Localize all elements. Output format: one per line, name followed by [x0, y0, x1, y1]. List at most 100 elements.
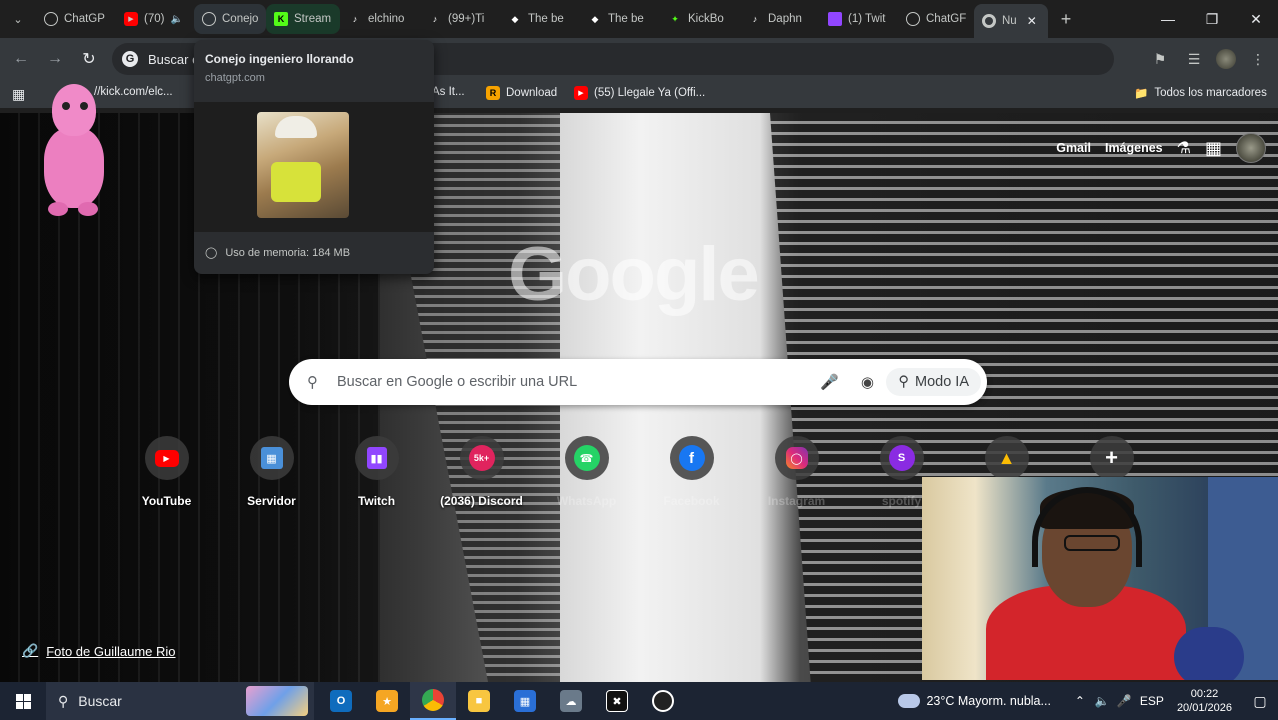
s-icon: S — [888, 445, 915, 471]
window-controls: — ❐ ✕ — [1146, 0, 1278, 38]
chevron-down-icon: ⌄ — [13, 13, 23, 26]
outlook-icon: O — [330, 690, 352, 712]
shortcut-youtube[interactable]: ▶ YouTube — [114, 436, 219, 508]
all-bookmarks[interactable]: 📁 Todos los marcadores — [1126, 86, 1275, 100]
youtube-icon: ▶ — [124, 12, 138, 26]
search-placeholder: Buscar en Google o escribir una URL — [337, 374, 578, 390]
menu-dots-icon[interactable]: ⋮ — [1246, 47, 1270, 71]
hardhat-shape — [275, 116, 317, 138]
tab-the-best-1[interactable]: ◆ The be — [500, 4, 580, 34]
start-button[interactable] — [0, 682, 46, 720]
ai-mode-button[interactable]: ⚲ Modo IA — [886, 368, 981, 396]
shortcut-facebook[interactable]: f Facebook — [639, 436, 744, 508]
weather-widget[interactable]: 23°C Mayorm. nubla... — [898, 694, 1051, 708]
images-link[interactable]: Imágenes — [1105, 141, 1163, 155]
tiktok-icon: ♪ — [752, 14, 758, 24]
plus-icon: + — [1060, 8, 1072, 29]
extensions-icon[interactable]: ⚑ — [1148, 47, 1172, 71]
twitch-icon: ▮▮ — [366, 447, 387, 469]
tab-chatgpt-2[interactable]: ChatGF — [898, 4, 974, 34]
folder-icon: ■ — [468, 690, 490, 712]
openai-icon — [44, 12, 58, 26]
chrome-icon — [982, 14, 996, 28]
microphone-icon[interactable]: 🎤 — [1113, 694, 1135, 708]
windows-taskbar: ⚲ Buscar O ★ ■ ▦ ☁ ✖ 23°C Mayorm. nubla.… — [0, 682, 1278, 720]
profile-avatar[interactable] — [1216, 49, 1236, 69]
reload-button[interactable]: ↻ — [72, 42, 106, 76]
tab-tiktok-daphne[interactable]: ♪ Daphn — [740, 4, 820, 34]
discord-icon: 5k+ — [468, 445, 495, 471]
shortcut-twitch[interactable]: ▮▮ Twitch — [324, 436, 429, 508]
store-icon: ▦ — [514, 690, 536, 712]
windows-logo-icon — [15, 693, 31, 709]
search-icon: ⚲ — [58, 692, 69, 709]
language-indicator[interactable]: ESP — [1135, 694, 1169, 708]
webcam-overlay — [922, 477, 1278, 680]
tab-chatgpt-1[interactable]: ChatGP — [36, 4, 116, 34]
speaker-icon[interactable]: 🔈 — [170, 14, 182, 25]
clock[interactable]: 00:22 20/01/2026 — [1177, 687, 1232, 715]
microphone-icon[interactable]: 🎤 — [810, 373, 848, 391]
close-tab-icon[interactable]: ✕ — [1027, 14, 1037, 28]
openai-icon — [906, 12, 920, 26]
google-apps-icon[interactable]: ▦ — [1205, 138, 1222, 159]
bookmark-download[interactable]: R Download — [478, 86, 565, 100]
memory-icon: ◯ — [205, 247, 218, 259]
taskbar-chrome[interactable] — [410, 682, 456, 720]
kick-icon: K — [274, 12, 288, 26]
hovercard-url: chatgpt.com — [205, 72, 265, 84]
apps-grid-icon[interactable]: ▦ — [4, 86, 33, 103]
notifications-icon[interactable]: ▢ — [1242, 693, 1278, 710]
server-icon: ▦ — [260, 447, 283, 469]
volume-icon[interactable]: 🔈 — [1091, 694, 1113, 708]
chevron-up-icon[interactable]: ⌃ — [1069, 694, 1091, 708]
pink-character-overlay — [34, 84, 110, 220]
instagram-icon: ◯ — [785, 447, 808, 469]
vest-shape — [271, 162, 321, 202]
hovercard-memory: ◯ Uso de memoria: 184 MB — [205, 246, 351, 260]
shortcut-instagram[interactable]: ◯ Instagram — [744, 436, 849, 508]
bookmark-llegale-ya[interactable]: ▶ (55) Llegale Ya (Offi... — [566, 86, 713, 100]
tab-kickbot[interactable]: ✦ KickBo — [660, 4, 740, 34]
tab-tiktok-99[interactable]: ♪ (99+)Ti — [420, 4, 500, 34]
shortcut-servidor[interactable]: ▦ Servidor — [219, 436, 324, 508]
shortcut-discord[interactable]: 5k+ (2036) Discord — [429, 436, 534, 508]
taskbar-obs[interactable] — [640, 682, 686, 720]
media-queue-icon[interactable]: ☰ — [1182, 47, 1206, 71]
maximize-button[interactable]: ❐ — [1190, 0, 1234, 38]
account-avatar[interactable] — [1236, 133, 1266, 163]
link-icon: 🔗 — [22, 643, 39, 658]
address-bar-text: Buscar e — [148, 51, 200, 67]
taskbar-outlook[interactable]: O — [318, 682, 364, 720]
arrow-right-icon: → — [47, 50, 63, 67]
taskbar-store[interactable]: ▦ — [502, 682, 548, 720]
tab-the-best-2[interactable]: ◆ The be — [580, 4, 660, 34]
photo-credit-link[interactable]: 🔗 Foto de Guillaume Rio — [22, 643, 176, 659]
taskbar-file-explorer[interactable]: ■ — [456, 682, 502, 720]
youtube-icon: ▶ — [574, 86, 588, 100]
back-button[interactable]: ← — [4, 42, 38, 76]
google-search-box[interactable]: ⚲ Buscar en Google o escribir una URL 🎤 … — [289, 359, 987, 405]
openai-icon — [202, 12, 216, 26]
forward-button[interactable]: → — [38, 42, 72, 76]
taskbar-search[interactable]: ⚲ Buscar — [46, 682, 314, 720]
tab-conejo[interactable]: Conejo — [194, 4, 266, 34]
taskbar-capcut[interactable]: ✖ — [594, 682, 640, 720]
google-lens-icon[interactable]: ◉ — [848, 373, 886, 391]
minimize-button[interactable]: — — [1146, 0, 1190, 38]
new-tab-button[interactable]: + — [1048, 9, 1084, 30]
r-icon: R — [486, 86, 500, 100]
taskbar-trophy-app[interactable]: ★ — [364, 682, 410, 720]
tab-tiktok-elchino[interactable]: ♪ elchino — [340, 4, 420, 34]
gmail-link[interactable]: Gmail — [1056, 141, 1091, 155]
tab-kick-stream[interactable]: K Stream — [266, 4, 340, 34]
tab-youtube[interactable]: ▶ (70) 🔈 — [116, 4, 194, 34]
tab-twitch[interactable]: (1) Twit — [820, 4, 898, 34]
taskbar-app-6[interactable]: ☁ — [548, 682, 594, 720]
labs-flask-icon[interactable]: ⚗ — [1177, 138, 1191, 158]
tab-new-tab-active[interactable]: Nu ✕ — [974, 4, 1048, 38]
close-window-button[interactable]: ✕ — [1234, 0, 1278, 38]
gemini-diamond-icon: ◆ — [591, 13, 599, 24]
shortcut-whatsapp[interactable]: ☎ WhatsApp — [534, 436, 639, 508]
tab-search-button[interactable]: ⌄ — [0, 0, 36, 38]
